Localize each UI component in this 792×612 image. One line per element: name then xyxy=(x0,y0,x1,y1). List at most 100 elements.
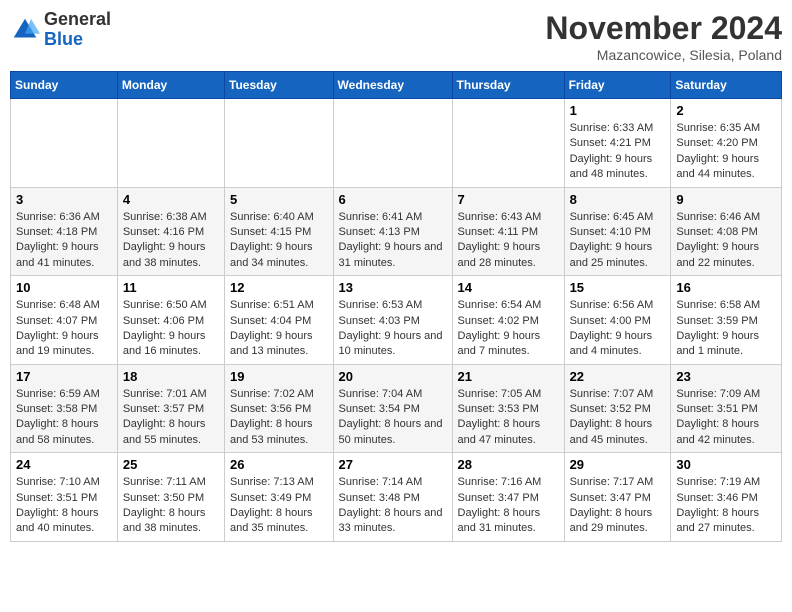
day-number: 25 xyxy=(123,457,219,472)
day-number: 8 xyxy=(570,192,666,207)
logo: General Blue xyxy=(10,10,111,50)
day-info: Sunrise: 7:10 AM Sunset: 3:51 PM Dayligh… xyxy=(16,475,112,537)
week-row-2: 10 Sunrise: 6:48 AM Sunset: 4:07 PM Dayli… xyxy=(11,276,782,365)
day-info: Sunrise: 6:56 AM Sunset: 4:00 PM Dayligh… xyxy=(570,298,666,360)
day-number: 22 xyxy=(570,369,666,384)
weekday-header-thursday: Thursday xyxy=(452,72,564,99)
day-cell: 18 Sunrise: 7:01 AM Sunset: 3:57 PM Dayli… xyxy=(117,364,224,453)
day-cell: 13Sunrise: 6:53 AM Sunset: 4:03 PM Dayli… xyxy=(333,276,452,365)
location-subtitle: Mazancowice, Silesia, Poland xyxy=(545,47,782,63)
day-number: 23 xyxy=(676,369,776,384)
day-cell: 7Sunrise: 6:43 AM Sunset: 4:11 PM Daylig… xyxy=(452,187,564,276)
day-cell: 27Sunrise: 7:14 AM Sunset: 3:48 PM Dayli… xyxy=(333,453,452,542)
day-number: 9 xyxy=(676,192,776,207)
logo-general: General xyxy=(44,10,111,30)
day-number: 28 xyxy=(458,457,559,472)
weekday-header-monday: Monday xyxy=(117,72,224,99)
calendar-table: SundayMondayTuesdayWednesdayThursdayFrid… xyxy=(10,71,782,542)
day-number: 15 xyxy=(570,280,666,295)
day-number: 18 xyxy=(123,369,219,384)
day-info: Sunrise: 7:16 AM Sunset: 3:47 PM Dayligh… xyxy=(458,475,559,537)
day-info: Sunrise: 6:59 AM Sunset: 3:58 PM Dayligh… xyxy=(16,387,112,449)
day-cell: 14 Sunrise: 6:54 AM Sunset: 4:02 PM Dayli… xyxy=(452,276,564,365)
day-info: Sunrise: 6:58 AM Sunset: 3:59 PM Dayligh… xyxy=(676,298,776,360)
day-number: 6 xyxy=(339,192,447,207)
day-info: Sunrise: 6:36 AM Sunset: 4:18 PM Dayligh… xyxy=(16,210,112,272)
day-number: 4 xyxy=(123,192,219,207)
week-row-0: 1 Sunrise: 6:33 AM Sunset: 4:21 PM Daylig… xyxy=(11,99,782,188)
day-info: Sunrise: 6:50 AM Sunset: 4:06 PM Dayligh… xyxy=(123,298,219,360)
page-header: General Blue November 2024 Mazancowice, … xyxy=(10,10,782,63)
day-info: Sunrise: 6:45 AM Sunset: 4:10 PM Dayligh… xyxy=(570,210,666,272)
day-info: Sunrise: 6:53 AM Sunset: 4:03 PM Dayligh… xyxy=(339,298,447,360)
day-cell: 30 Sunrise: 7:19 AM Sunset: 3:46 PM Dayli… xyxy=(671,453,782,542)
day-cell: 10 Sunrise: 6:48 AM Sunset: 4:07 PM Dayli… xyxy=(11,276,118,365)
day-number: 11 xyxy=(123,280,219,295)
day-cell: 19 Sunrise: 7:02 AM Sunset: 3:56 PM Dayli… xyxy=(225,364,334,453)
day-cell: 16 Sunrise: 6:58 AM Sunset: 3:59 PM Dayli… xyxy=(671,276,782,365)
week-row-3: 17 Sunrise: 6:59 AM Sunset: 3:58 PM Dayli… xyxy=(11,364,782,453)
day-info: Sunrise: 7:02 AM Sunset: 3:56 PM Dayligh… xyxy=(230,387,328,449)
day-info: Sunrise: 7:19 AM Sunset: 3:46 PM Dayligh… xyxy=(676,475,776,537)
day-number: 1 xyxy=(570,103,666,118)
day-info: Sunrise: 7:07 AM Sunset: 3:52 PM Dayligh… xyxy=(570,387,666,449)
day-number: 5 xyxy=(230,192,328,207)
day-number: 24 xyxy=(16,457,112,472)
day-number: 19 xyxy=(230,369,328,384)
day-number: 21 xyxy=(458,369,559,384)
day-cell: 23 Sunrise: 7:09 AM Sunset: 3:51 PM Dayli… xyxy=(671,364,782,453)
day-info: Sunrise: 7:05 AM Sunset: 3:53 PM Dayligh… xyxy=(458,387,559,449)
day-cell: 5 Sunrise: 6:40 AM Sunset: 4:15 PM Daylig… xyxy=(225,187,334,276)
day-info: Sunrise: 7:11 AM Sunset: 3:50 PM Dayligh… xyxy=(123,475,219,537)
logo-icon xyxy=(10,15,40,45)
logo-text: General Blue xyxy=(44,10,111,50)
day-info: Sunrise: 6:38 AM Sunset: 4:16 PM Dayligh… xyxy=(123,210,219,272)
weekday-header-tuesday: Tuesday xyxy=(225,72,334,99)
day-number: 2 xyxy=(676,103,776,118)
day-number: 7 xyxy=(458,192,559,207)
day-cell: 8 Sunrise: 6:45 AM Sunset: 4:10 PM Daylig… xyxy=(564,187,671,276)
day-number: 12 xyxy=(230,280,328,295)
day-cell: 2 Sunrise: 6:35 AM Sunset: 4:20 PM Daylig… xyxy=(671,99,782,188)
weekday-header-sunday: Sunday xyxy=(11,72,118,99)
weekday-header-saturday: Saturday xyxy=(671,72,782,99)
day-number: 14 xyxy=(458,280,559,295)
week-row-4: 24 Sunrise: 7:10 AM Sunset: 3:51 PM Dayli… xyxy=(11,453,782,542)
day-cell: 12 Sunrise: 6:51 AM Sunset: 4:04 PM Dayli… xyxy=(225,276,334,365)
day-cell: 20Sunrise: 7:04 AM Sunset: 3:54 PM Dayli… xyxy=(333,364,452,453)
day-number: 16 xyxy=(676,280,776,295)
weekday-header-row: SundayMondayTuesdayWednesdayThursdayFrid… xyxy=(11,72,782,99)
day-number: 17 xyxy=(16,369,112,384)
day-number: 10 xyxy=(16,280,112,295)
day-cell: 25 Sunrise: 7:11 AM Sunset: 3:50 PM Dayli… xyxy=(117,453,224,542)
day-info: Sunrise: 6:51 AM Sunset: 4:04 PM Dayligh… xyxy=(230,298,328,360)
day-cell xyxy=(333,99,452,188)
day-cell: 6 Sunrise: 6:41 AM Sunset: 4:13 PM Daylig… xyxy=(333,187,452,276)
week-row-1: 3 Sunrise: 6:36 AM Sunset: 4:18 PM Daylig… xyxy=(11,187,782,276)
day-info: Sunrise: 6:33 AM Sunset: 4:21 PM Dayligh… xyxy=(570,121,666,183)
day-info: Sunrise: 7:14 AM Sunset: 3:48 PM Dayligh… xyxy=(339,475,447,537)
day-cell: 21 Sunrise: 7:05 AM Sunset: 3:53 PM Dayli… xyxy=(452,364,564,453)
day-number: 30 xyxy=(676,457,776,472)
day-cell: 15 Sunrise: 6:56 AM Sunset: 4:00 PM Dayli… xyxy=(564,276,671,365)
day-cell: 28 Sunrise: 7:16 AM Sunset: 3:47 PM Dayli… xyxy=(452,453,564,542)
day-cell: 29Sunrise: 7:17 AM Sunset: 3:47 PM Dayli… xyxy=(564,453,671,542)
day-info: Sunrise: 6:40 AM Sunset: 4:15 PM Dayligh… xyxy=(230,210,328,272)
day-cell xyxy=(225,99,334,188)
title-section: November 2024 Mazancowice, Silesia, Pola… xyxy=(545,10,782,63)
day-info: Sunrise: 6:35 AM Sunset: 4:20 PM Dayligh… xyxy=(676,121,776,183)
weekday-header-wednesday: Wednesday xyxy=(333,72,452,99)
day-info: Sunrise: 6:48 AM Sunset: 4:07 PM Dayligh… xyxy=(16,298,112,360)
day-info: Sunrise: 7:09 AM Sunset: 3:51 PM Dayligh… xyxy=(676,387,776,449)
day-info: Sunrise: 6:54 AM Sunset: 4:02 PM Dayligh… xyxy=(458,298,559,360)
day-cell: 11 Sunrise: 6:50 AM Sunset: 4:06 PM Dayli… xyxy=(117,276,224,365)
weekday-header-friday: Friday xyxy=(564,72,671,99)
day-info: Sunrise: 7:01 AM Sunset: 3:57 PM Dayligh… xyxy=(123,387,219,449)
logo-blue: Blue xyxy=(44,30,111,50)
day-info: Sunrise: 6:41 AM Sunset: 4:13 PM Dayligh… xyxy=(339,210,447,272)
day-cell: 22 Sunrise: 7:07 AM Sunset: 3:52 PM Dayli… xyxy=(564,364,671,453)
day-cell xyxy=(117,99,224,188)
day-number: 29 xyxy=(570,457,666,472)
day-cell: 17 Sunrise: 6:59 AM Sunset: 3:58 PM Dayli… xyxy=(11,364,118,453)
day-number: 3 xyxy=(16,192,112,207)
